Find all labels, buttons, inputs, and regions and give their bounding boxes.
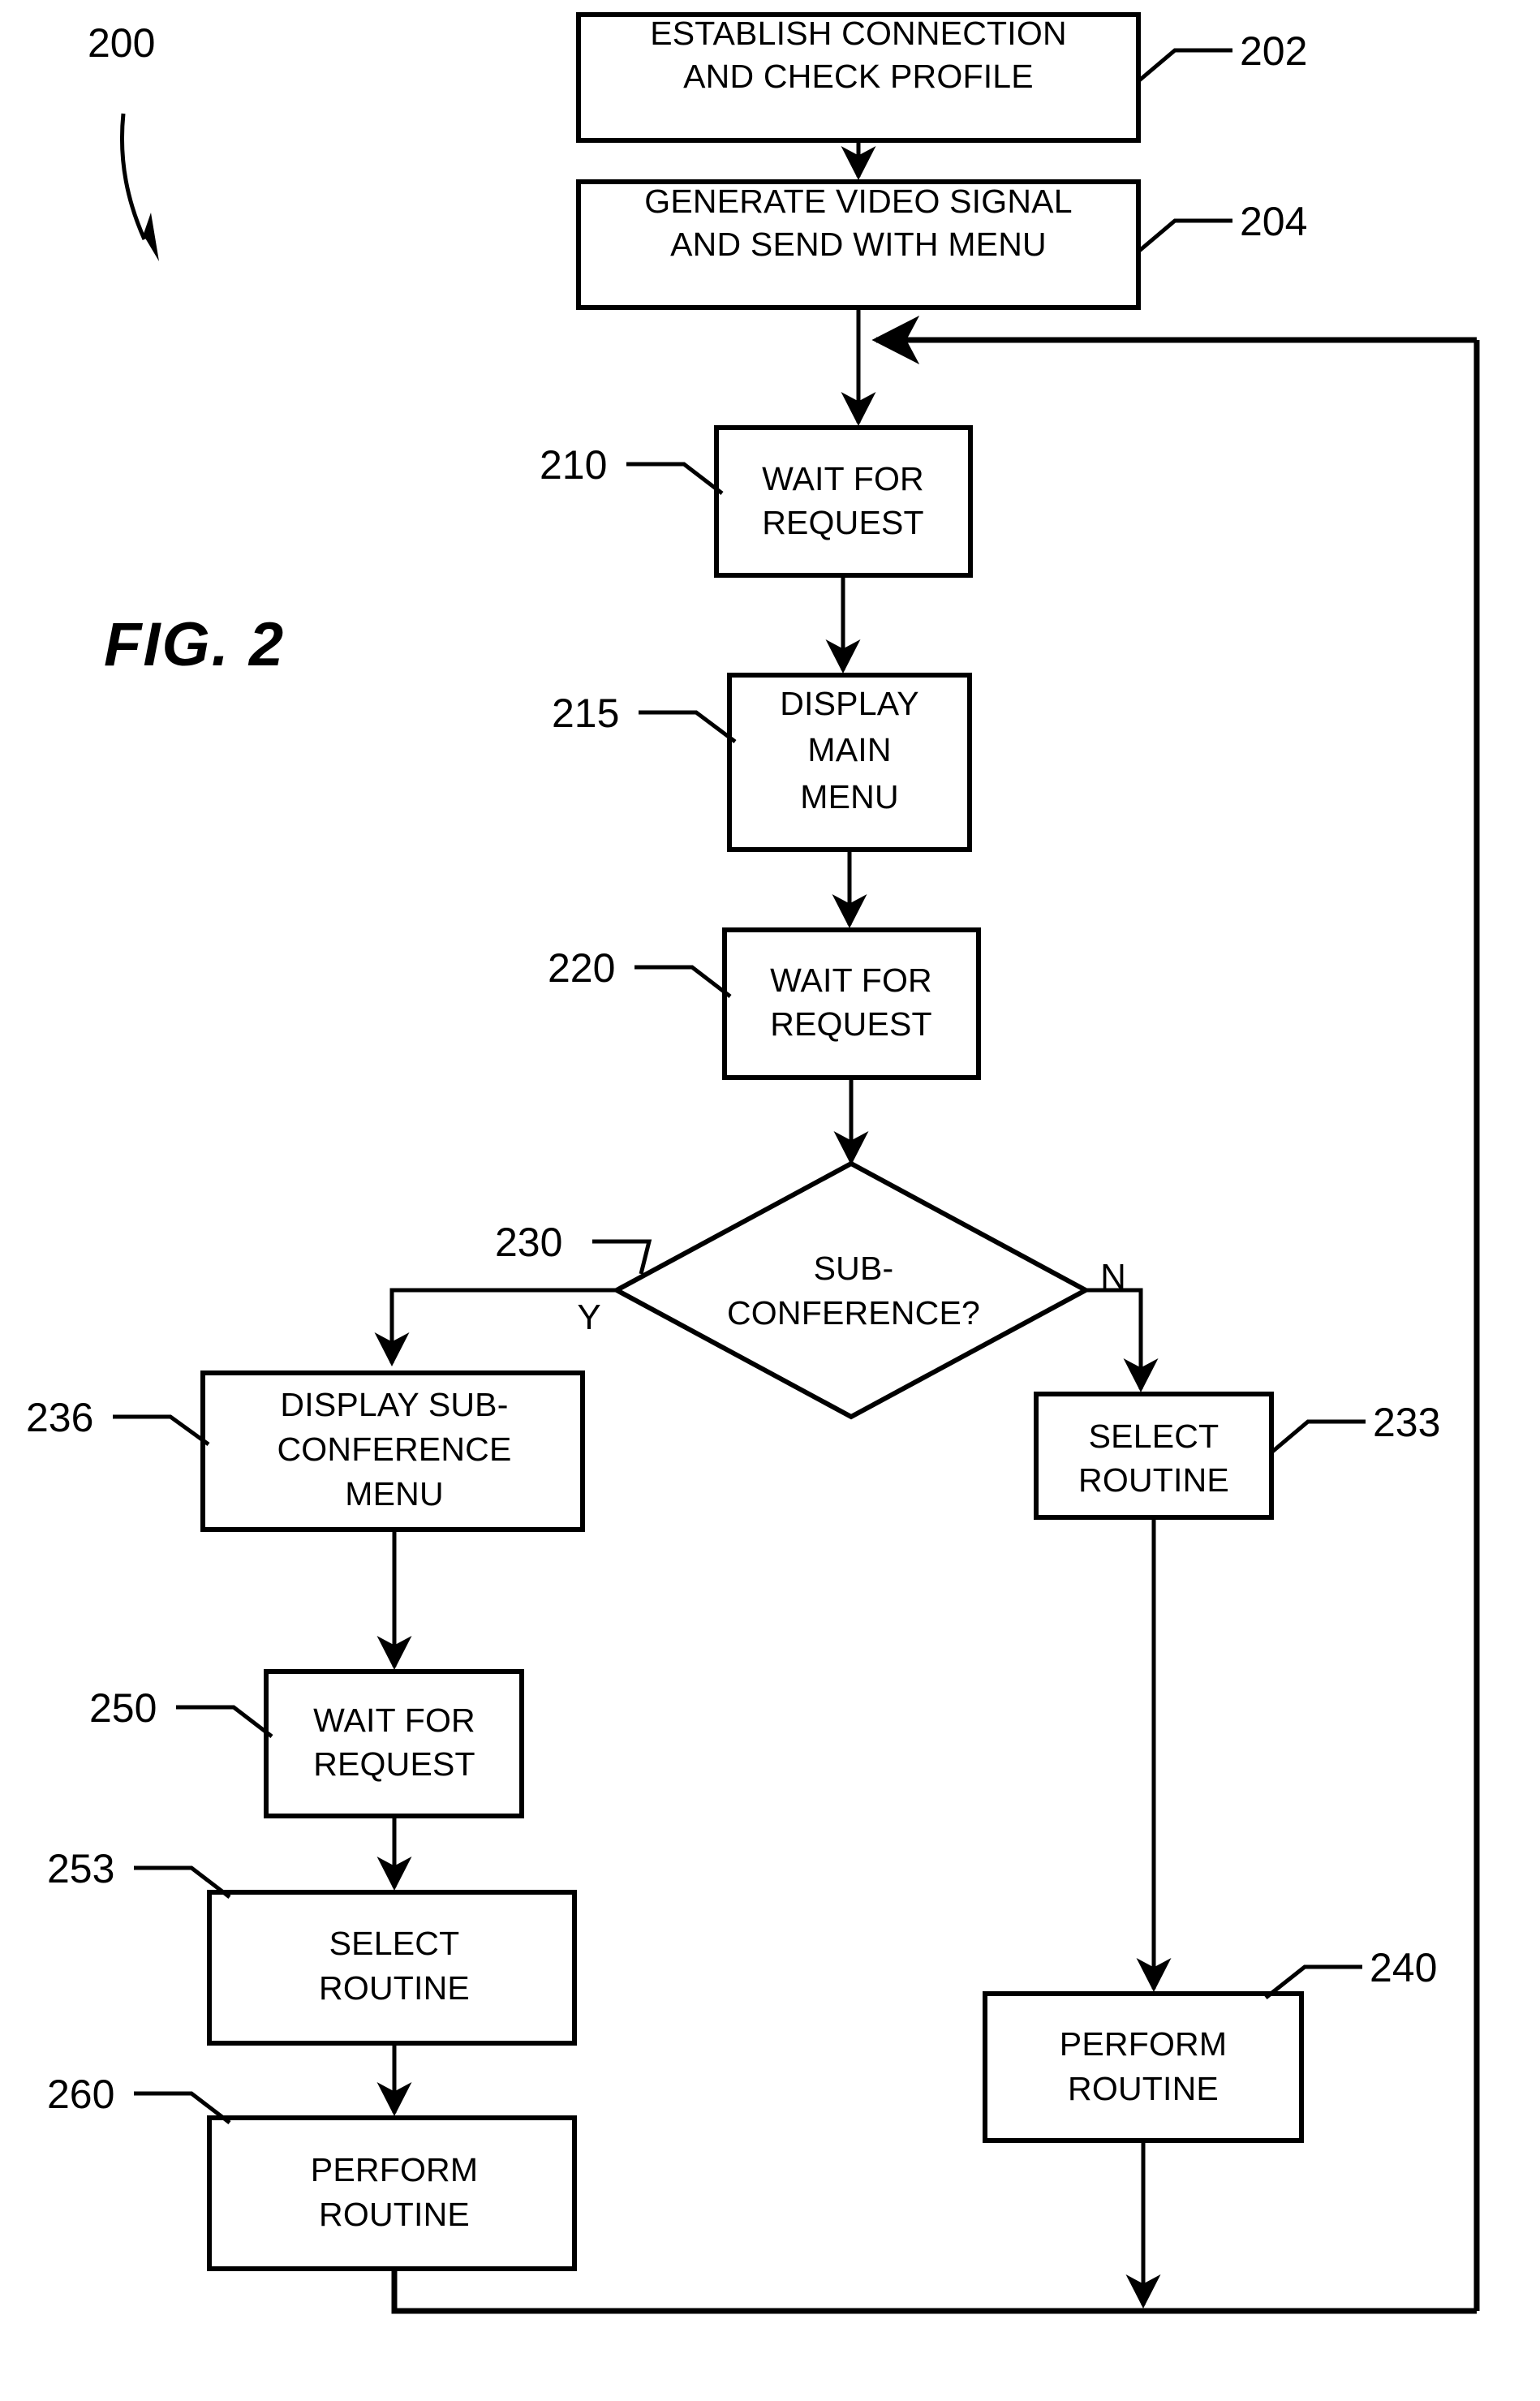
- node-260-line-1: ROUTINE: [319, 2196, 470, 2233]
- node-230-ref: 230: [495, 1220, 562, 1265]
- node-240-ref: 240: [1370, 1945, 1437, 1990]
- node-240-box: [983, 1991, 1304, 2143]
- node-210-ref: 210: [540, 442, 607, 488]
- node-233-leader: [1270, 1419, 1366, 1454]
- node-250-line-0: WAIT FOR: [313, 1702, 475, 1739]
- node-202-line-1: AND CHECK PROFILE: [683, 58, 1034, 95]
- node-215-line-0: DISPLAY: [780, 685, 919, 722]
- node-202-ref: 202: [1240, 28, 1307, 74]
- node-236-line-0: DISPLAY SUB-: [280, 1386, 508, 1423]
- node-260-line-0: PERFORM: [311, 2151, 478, 2188]
- node-215-ref: 215: [552, 691, 619, 736]
- node-253-line-0: SELECT: [329, 1925, 460, 1962]
- node-236-line-1: CONFERENCE: [277, 1431, 511, 1468]
- node-204-line-0: GENERATE VIDEO SIGNAL: [644, 183, 1072, 220]
- node-250-line-1: REQUEST: [313, 1745, 475, 1783]
- node-240-line-1: ROUTINE: [1068, 2070, 1219, 2107]
- node-233-ref: 233: [1373, 1400, 1440, 1445]
- node-233-line-0: SELECT: [1089, 1418, 1220, 1455]
- node-210-box: [714, 425, 973, 578]
- node-215-line-1: MAIN: [807, 731, 891, 768]
- node-230-line-1: CONFERENCE?: [727, 1294, 980, 1332]
- node-230-leader: [592, 1239, 652, 1275]
- node-204-ref: 204: [1240, 199, 1307, 244]
- node-236-line-2: MENU: [345, 1475, 444, 1512]
- node-250-box: [264, 1669, 524, 1818]
- node-202-line-0: ESTABLISH CONNECTION: [650, 15, 1067, 52]
- figure-label: FIG. 2: [104, 610, 285, 679]
- branch-label-yes: Y: [577, 1297, 600, 1337]
- node-220-leader: [634, 965, 732, 998]
- node-253-ref: 253: [47, 1846, 114, 1891]
- node-220-box: [722, 927, 981, 1080]
- node-215-line-2: MENU: [800, 778, 899, 815]
- node-210-leader: [626, 462, 724, 495]
- node-230-line-0: SUB-: [814, 1250, 894, 1287]
- node-250-leader: [176, 1705, 273, 1738]
- node-236-ref: 236: [26, 1395, 93, 1440]
- node-204-leader: [1137, 218, 1232, 253]
- node-215-leader: [639, 710, 737, 743]
- patent-figure-2: ESTABLISH CONNECTION AND CHECK PROFILE 2…: [0, 0, 1540, 2401]
- node-260-box: [207, 2115, 577, 2271]
- diagram-number: 200: [88, 20, 155, 66]
- flowchart-canvas: ESTABLISH CONNECTION AND CHECK PROFILE 2…: [26, 12, 1480, 2314]
- node-220-ref: 220: [548, 945, 615, 991]
- node-236-leader: [113, 1414, 210, 1447]
- node-253-line-1: ROUTINE: [319, 1969, 470, 2007]
- edge-230-no-to-233: [1086, 1288, 1159, 1393]
- node-233-box: [1034, 1392, 1274, 1520]
- node-210-line-1: REQUEST: [762, 504, 924, 541]
- node-230-diamond: [611, 1160, 1091, 1420]
- node-260-ref: 260: [47, 2072, 114, 2117]
- node-220-line-1: REQUEST: [770, 1005, 932, 1043]
- node-250-ref: 250: [89, 1685, 157, 1731]
- node-233-line-1: ROUTINE: [1078, 1461, 1229, 1499]
- node-204-line-1: AND SEND WITH MENU: [670, 226, 1047, 263]
- node-210-line-0: WAIT FOR: [762, 460, 924, 497]
- node-253-box: [207, 1890, 577, 2046]
- node-240-line-0: PERFORM: [1060, 2025, 1227, 2063]
- diagram-number-pointer: [119, 113, 159, 261]
- edge-260-to-bottom-rail: [391, 2269, 1477, 2314]
- node-220-line-0: WAIT FOR: [770, 962, 932, 999]
- node-202-leader: [1137, 48, 1232, 83]
